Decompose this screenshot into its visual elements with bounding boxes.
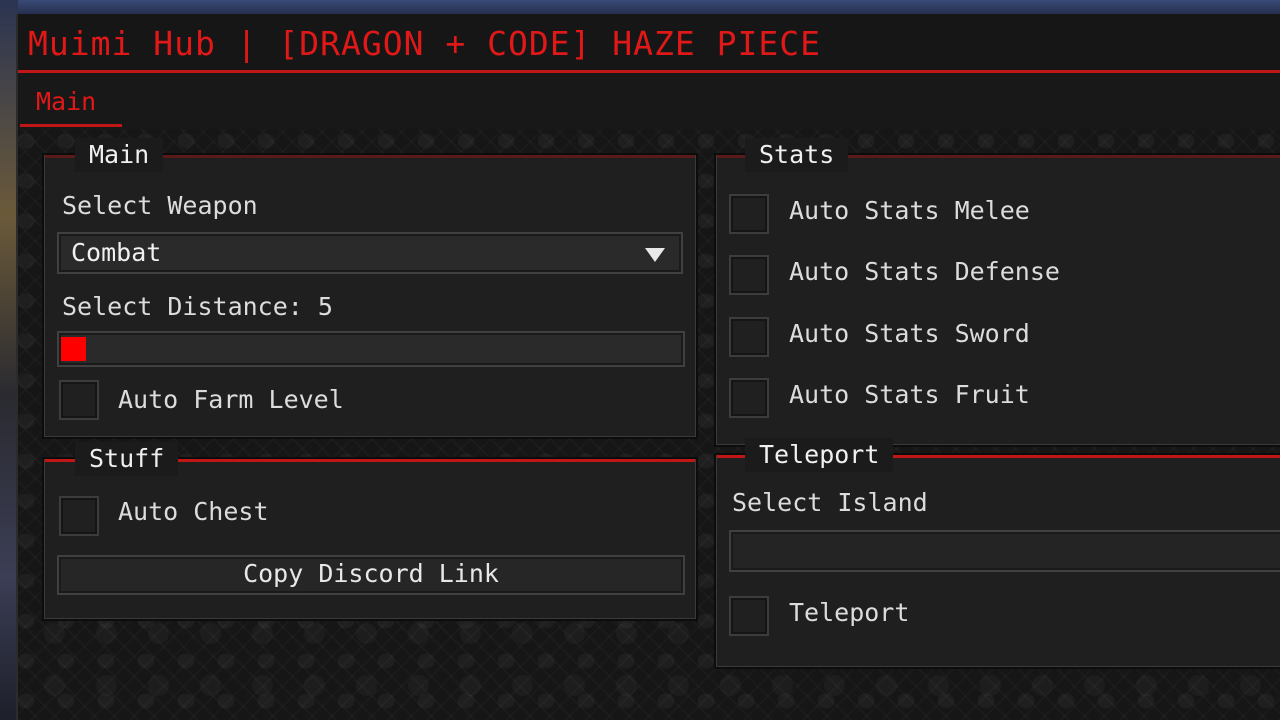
stats-section-title: Stats [745, 138, 849, 172]
chevron-down-icon [645, 248, 665, 262]
auto-stats-sword-checkbox[interactable] [729, 317, 769, 357]
auto-farm-level-checkbox[interactable] [59, 380, 99, 420]
weapon-dropdown[interactable]: Combat [57, 232, 683, 274]
hub-window: Muimi Hub | [DRAGON + CODE] HAZE PIECE M… [16, 14, 1280, 720]
tab-main-underline [20, 124, 122, 127]
auto-stats-fruit-label: Auto Stats Fruit [789, 380, 1030, 409]
teleport-section-title: Teleport [745, 438, 894, 472]
auto-stats-melee-checkbox[interactable] [729, 194, 769, 234]
stats-section: Stats Auto Stats Melee Auto Stats Defens… [716, 138, 1280, 445]
content-area: Main Select Weapon Combat Select Distanc… [18, 129, 1280, 720]
window-title: Muimi Hub | [DRAGON + CODE] HAZE PIECE [28, 24, 821, 63]
main-section: Main Select Weapon Combat Select Distanc… [44, 138, 696, 437]
auto-chest-checkbox[interactable] [59, 496, 99, 536]
distance-label-text: Select Distance: [62, 292, 303, 321]
copy-discord-link-button[interactable]: Copy Discord Link [57, 555, 685, 595]
teleport-label: Teleport [789, 598, 910, 627]
auto-farm-level-label: Auto Farm Level [118, 385, 344, 414]
select-distance-label: Select Distance: 5 [62, 292, 333, 321]
auto-stats-defense-label: Auto Stats Defense [789, 257, 1060, 286]
teleport-section: Teleport Select Island Teleport [716, 438, 1280, 667]
main-section-title: Main [75, 138, 164, 172]
auto-chest-label: Auto Chest [118, 497, 269, 526]
title-bar[interactable]: Muimi Hub | [DRAGON + CODE] HAZE PIECE [18, 14, 1280, 73]
select-weapon-label: Select Weapon [62, 191, 258, 220]
auto-stats-fruit-checkbox[interactable] [729, 378, 769, 418]
tab-bar: Main [18, 73, 1280, 129]
distance-value: 5 [317, 292, 333, 321]
tab-main[interactable]: Main [36, 87, 96, 116]
distance-slider-fill[interactable] [61, 337, 86, 361]
stuff-section: Stuff Auto Chest Copy Discord Link [44, 442, 696, 619]
stuff-section-title: Stuff [75, 442, 179, 476]
select-island-label: Select Island [732, 488, 928, 517]
auto-stats-defense-checkbox[interactable] [729, 255, 769, 295]
teleport-checkbox[interactable] [729, 596, 769, 636]
island-dropdown[interactable] [729, 530, 1280, 572]
weapon-dropdown-value: Combat [71, 238, 162, 267]
distance-slider[interactable] [57, 331, 685, 367]
auto-stats-melee-label: Auto Stats Melee [789, 196, 1030, 225]
auto-stats-sword-label: Auto Stats Sword [789, 319, 1030, 348]
